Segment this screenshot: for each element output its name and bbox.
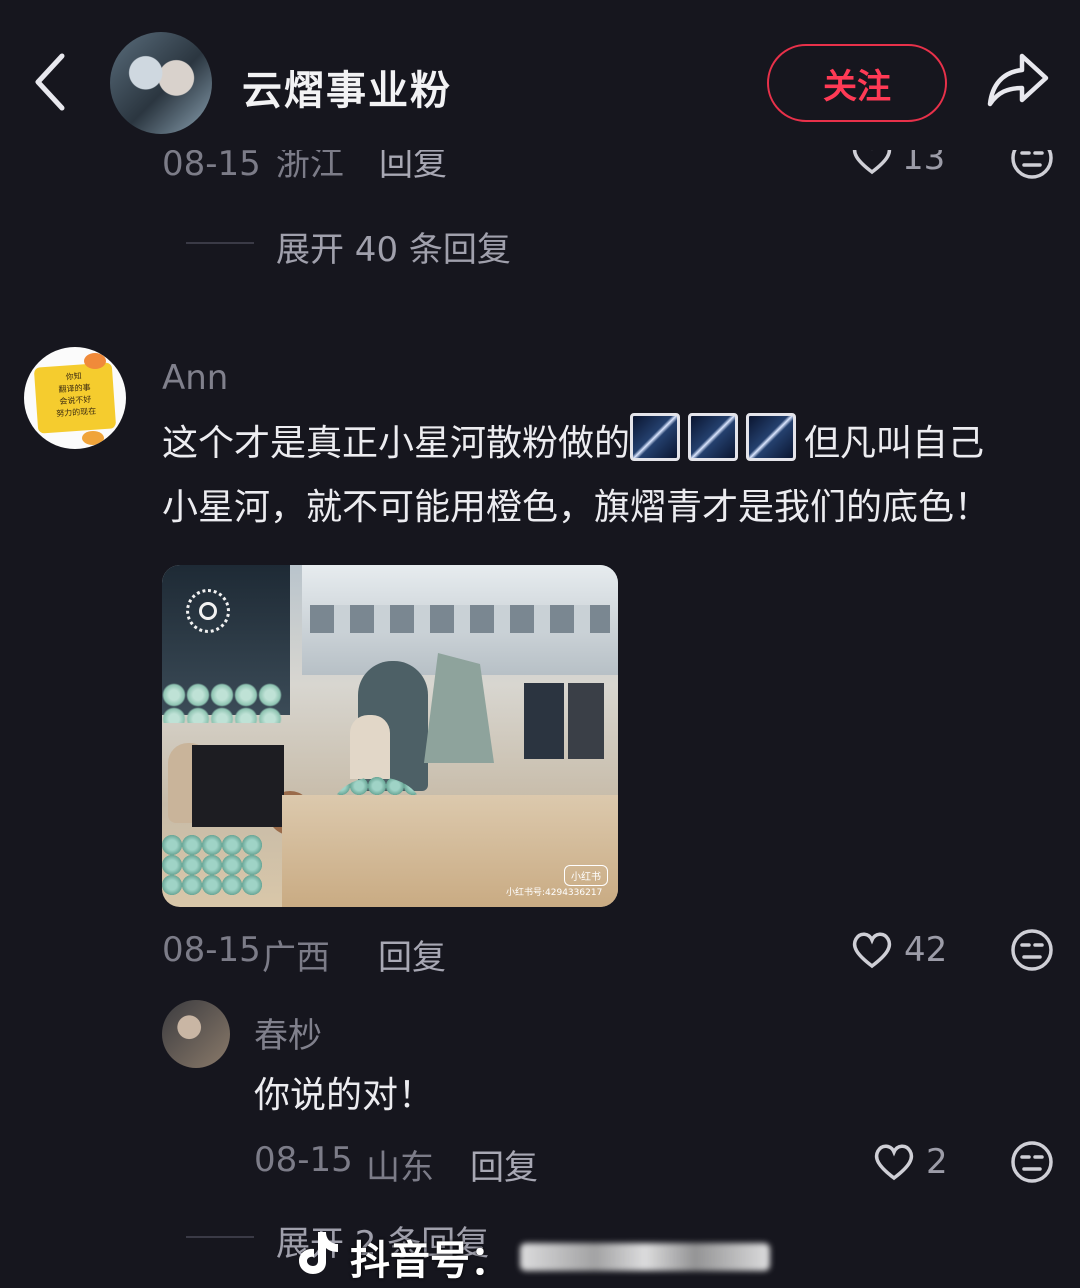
comment-text-line2: 小星河，就不可能用橙色，旗熠青才是我们的底色！: [162, 487, 991, 528]
follow-button[interactable]: 关注: [767, 44, 947, 122]
expand-replies-button[interactable]: 展开 40 条回复: [276, 222, 511, 271]
galaxy-emoji-icon: [630, 413, 681, 461]
heart-icon[interactable]: [850, 150, 894, 180]
galaxy-emoji-icon: [688, 413, 739, 461]
reply-location: 山东: [366, 1148, 434, 1188]
comment-author[interactable]: Ann: [162, 358, 228, 398]
comment-date: 08-15: [162, 930, 261, 970]
prev-reply-button[interactable]: 回复: [379, 150, 447, 184]
prev-like-count: 13: [902, 150, 946, 178]
account-name[interactable]: 云熠事业粉: [242, 58, 452, 116]
heart-icon[interactable]: [850, 930, 894, 974]
dislike-icon[interactable]: [1010, 1140, 1054, 1188]
reply-reply-button[interactable]: 回复: [470, 1140, 538, 1189]
comment-text-line1: 这个才是真正小星河散粉做的: [162, 423, 631, 464]
douyin-id-redacted: [520, 1243, 770, 1271]
avatar-ann[interactable]: 你知 翻译的事 会说不好 努力的现在: [24, 347, 126, 449]
prev-comment-meta: 08-15 浙江 回复 13: [162, 150, 1062, 190]
header-bar: 云熠事业粉 关注: [0, 0, 1080, 150]
live-photo-icon: [186, 589, 230, 633]
like-count: 42: [904, 930, 948, 970]
reply-like-count: 2: [926, 1142, 948, 1182]
comment-location: 广西: [262, 938, 330, 978]
prev-comment-date: 08-15: [162, 150, 261, 184]
dislike-icon[interactable]: [1010, 928, 1054, 976]
divider: [186, 242, 254, 244]
reply-button[interactable]: 回复: [378, 930, 446, 979]
douyin-watermark: 抖音号：: [296, 1228, 770, 1286]
avatar-chun[interactable]: [162, 1000, 230, 1068]
photo-badge: 小红书: [564, 865, 608, 886]
reply-date: 08-15: [254, 1140, 353, 1180]
back-icon[interactable]: [28, 50, 72, 114]
reply-author[interactable]: 春杪: [254, 1008, 322, 1057]
douyin-logo-icon: [296, 1228, 340, 1286]
reply-text: 你说的对！: [254, 1075, 435, 1116]
comment-text-line1-after: 但凡叫自己: [804, 423, 985, 464]
photo-watermark: 小红书号:4294336217: [506, 888, 603, 898]
comment-text: 这个才是真正小星河散粉做的 但凡叫自己 小星河，就不可能用橙色，旗熠青才是我们的底…: [162, 412, 1062, 540]
heart-icon[interactable]: [872, 1142, 916, 1186]
dislike-icon[interactable]: [1010, 150, 1054, 184]
prev-comment-location: 浙江: [275, 150, 344, 184]
account-avatar[interactable]: [110, 32, 212, 134]
share-icon[interactable]: [986, 50, 1050, 110]
divider: [186, 1236, 254, 1238]
comment-photo[interactable]: 小红书 小红书号:4294336217: [162, 565, 618, 907]
douyin-id-label: 抖音号：: [350, 1238, 510, 1284]
galaxy-emoji-icon: [746, 413, 797, 461]
